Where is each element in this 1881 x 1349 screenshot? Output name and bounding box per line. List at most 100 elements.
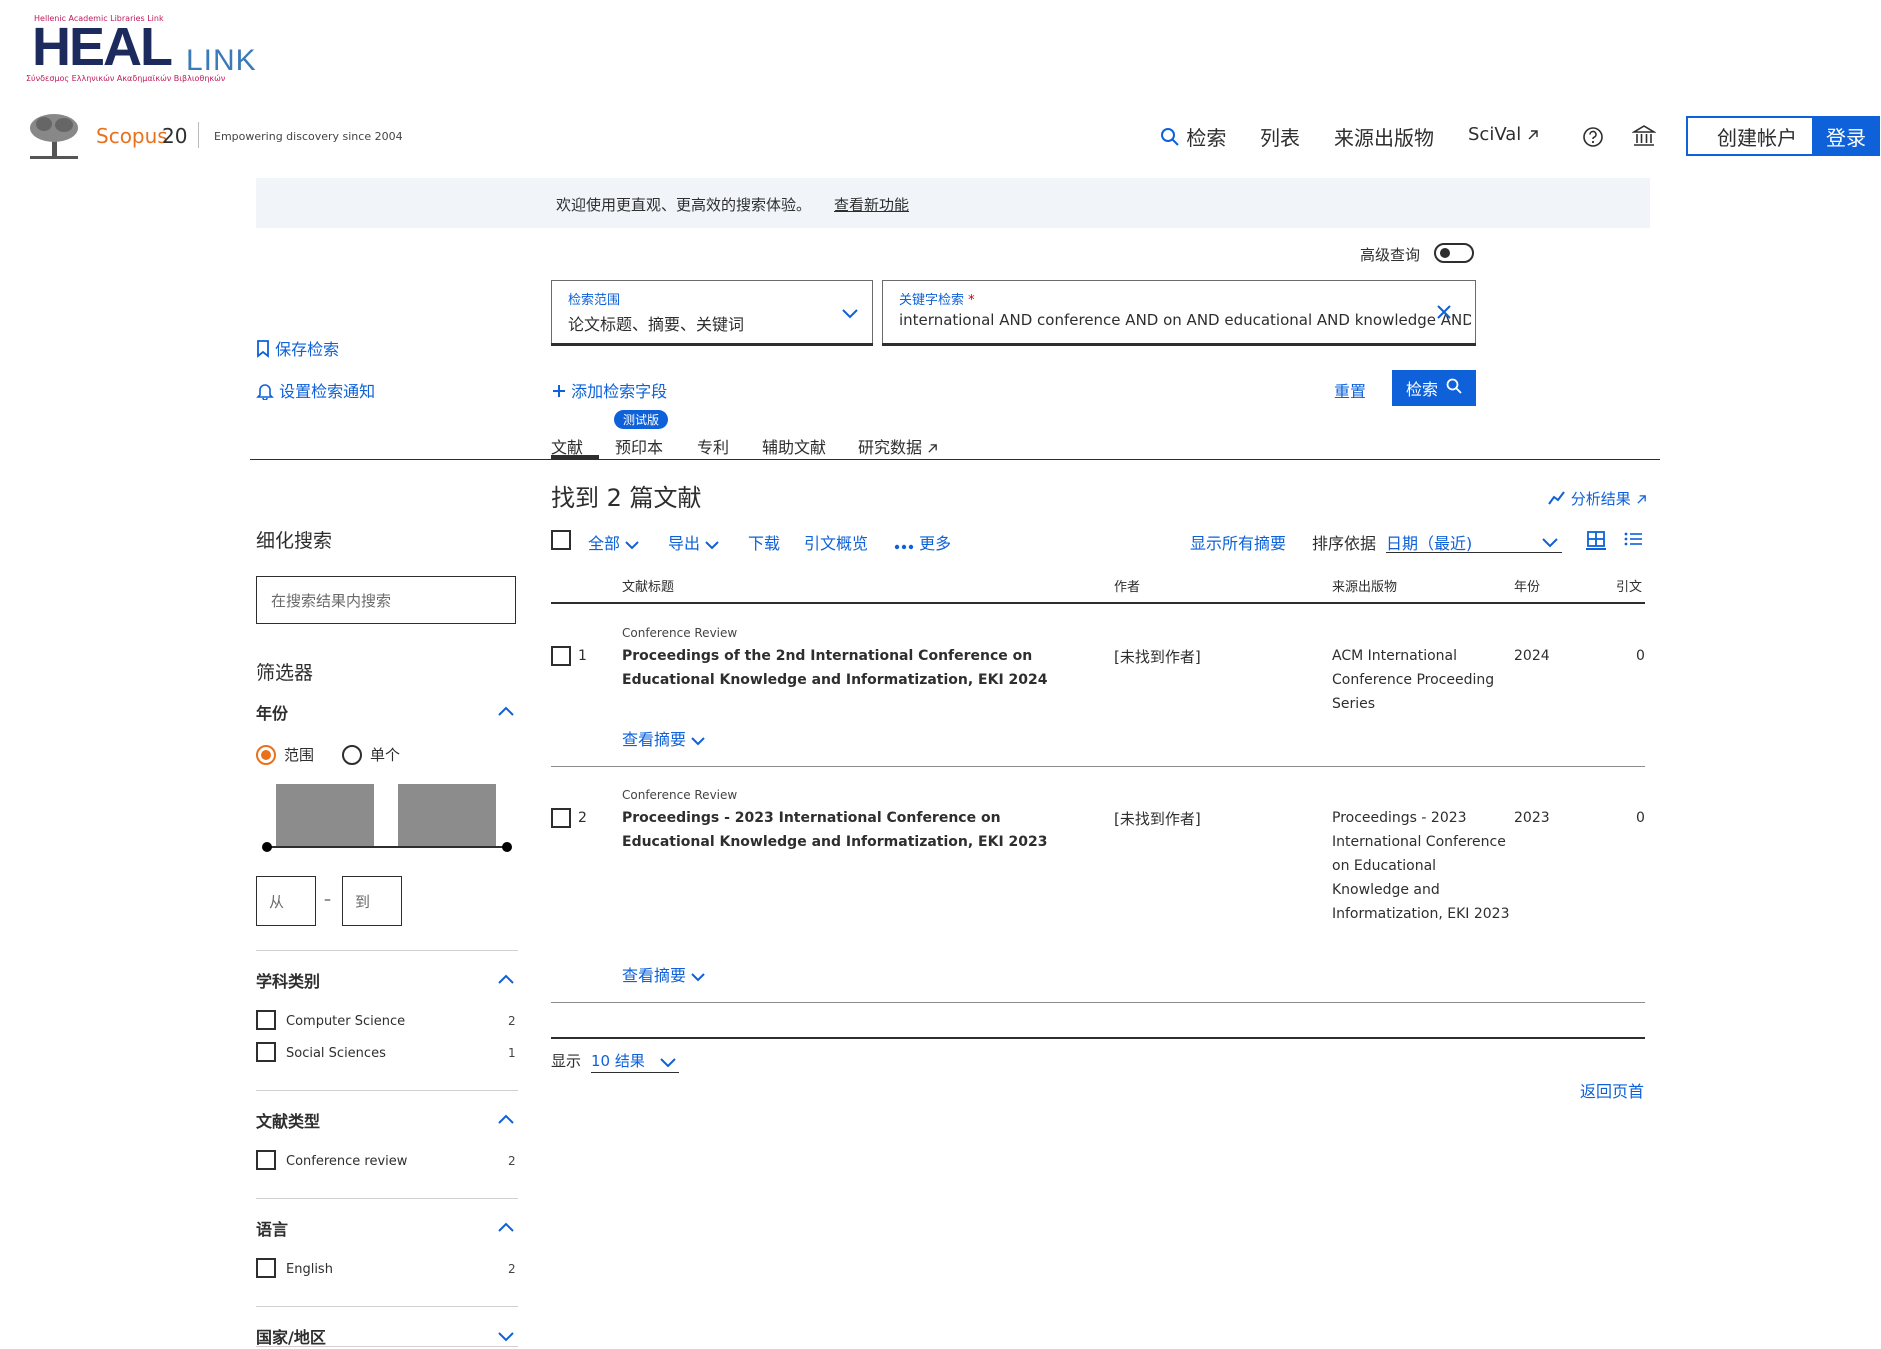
download-button[interactable]: 下载	[748, 530, 780, 554]
facet-doctype-title[interactable]: 文献类型	[256, 1108, 320, 1132]
more-dots-icon	[894, 535, 914, 554]
search-icon	[1446, 378, 1462, 398]
document-type: Conference Review	[622, 626, 738, 640]
advanced-query-toggle[interactable]	[1434, 243, 1474, 263]
column-title[interactable]: 文献标题	[622, 576, 674, 595]
chevron-down-icon[interactable]	[498, 1330, 514, 1346]
doctype-conference-review-checkbox[interactable]	[256, 1150, 276, 1170]
language-english-count: 2	[508, 1262, 516, 1276]
export-label: 导出	[668, 534, 701, 553]
view-abstract-label: 查看摘要	[622, 966, 687, 985]
chevron-up-icon[interactable]	[498, 1220, 514, 1236]
institution-icon[interactable]	[1631, 124, 1657, 152]
chevron-up-icon[interactable]	[498, 704, 514, 720]
tab-preprints[interactable]: 预印本	[615, 434, 663, 458]
add-search-field-button[interactable]: 添加检索字段	[552, 378, 667, 402]
column-source[interactable]: 来源出版物	[1332, 576, 1397, 595]
year-range-radio[interactable]	[256, 745, 276, 765]
select-all-dropdown[interactable]: 全部	[588, 530, 639, 554]
export-dropdown[interactable]: 导出	[668, 530, 719, 554]
more-actions-button[interactable]: 更多	[894, 530, 951, 554]
back-to-top-link[interactable]: 返回页首	[1580, 1078, 1644, 1102]
facet-year-title[interactable]: 年份	[256, 700, 288, 724]
year-range-label: 范围	[284, 746, 315, 764]
set-alert-label: 设置检索通知	[279, 382, 376, 401]
tab-secondary-documents[interactable]: 辅助文献	[762, 434, 826, 458]
chevron-down-icon	[625, 535, 639, 554]
document-year: 2024	[1514, 648, 1550, 664]
citation-overview-button[interactable]: 引文概览	[804, 530, 868, 554]
keyword-input[interactable]: international AND conference AND on AND …	[899, 311, 1471, 329]
subject-computer-science-label: Computer Science	[286, 1014, 406, 1029]
heal-wordmark: HEAL	[32, 17, 173, 77]
chevron-down-icon	[691, 967, 705, 986]
year-from-input[interactable]: 从	[256, 876, 316, 926]
list-view-icon[interactable]	[1624, 531, 1642, 551]
tab-research-data[interactable]: 研究数据	[858, 434, 938, 458]
chevron-down-icon[interactable]	[660, 1056, 676, 1072]
tab-patents[interactable]: 专利	[697, 434, 729, 458]
banner-link[interactable]: 查看新功能	[834, 194, 909, 215]
facet-subject-title[interactable]: 学科类别	[256, 968, 320, 992]
facet-separator	[256, 1306, 518, 1307]
document-cited-count[interactable]: 0	[1636, 648, 1645, 664]
subject-computer-science-checkbox[interactable]	[256, 1010, 276, 1030]
plus-icon	[552, 383, 566, 402]
year-single-label: 单个	[370, 746, 401, 764]
refine-search-input[interactable]: 在搜索结果内搜索	[256, 576, 516, 624]
language-english-checkbox[interactable]	[256, 1258, 276, 1278]
year-range-dash: –	[324, 892, 331, 908]
show-all-abstracts-button[interactable]: 显示所有摘要	[1190, 530, 1286, 554]
facet-language-title[interactable]: 语言	[256, 1216, 288, 1240]
chevron-up-icon[interactable]	[498, 972, 514, 988]
header-divider	[198, 122, 199, 148]
help-icon[interactable]	[1582, 126, 1604, 152]
subject-social-sciences-checkbox[interactable]	[256, 1042, 276, 1062]
set-alert-link[interactable]: 设置检索通知	[256, 378, 375, 404]
scopus-brand[interactable]: Scopus	[96, 124, 168, 148]
row-1-checkbox[interactable]	[551, 646, 571, 666]
year-single-radio[interactable]	[342, 745, 362, 765]
results-per-page-select[interactable]: 10 结果	[591, 1050, 645, 1071]
refine-search-title: 细化搜索	[256, 530, 333, 552]
nav-search[interactable]: 检索	[1160, 122, 1226, 152]
chevron-down-icon[interactable]	[1542, 536, 1558, 552]
grid-view-icon[interactable]	[1586, 530, 1606, 554]
row-2-checkbox[interactable]	[551, 808, 571, 828]
facet-country-title[interactable]: 国家/地区	[256, 1324, 326, 1348]
login-button[interactable]: 登录	[1812, 116, 1880, 156]
document-source-link[interactable]: ACM International Conference Proceeding …	[1332, 644, 1510, 716]
document-source-link[interactable]: Proceedings - 2023 International Confere…	[1332, 806, 1510, 926]
row-divider	[551, 1002, 1645, 1003]
keyword-search-field[interactable]: 关键字检索 * international AND conference AND…	[882, 280, 1476, 346]
scopus-anniversary-number: 20	[162, 124, 188, 148]
beta-badge: 测试版	[614, 410, 669, 429]
nav-lists[interactable]: 列表	[1260, 122, 1300, 151]
search-scope-select[interactable]: 检索范围 论文标题、摘要、关键词	[551, 280, 873, 346]
column-year[interactable]: 年份	[1514, 576, 1540, 595]
nav-scival[interactable]: SciVal	[1468, 124, 1539, 146]
save-search-link[interactable]: 保存检索	[256, 336, 339, 362]
document-title-link[interactable]: Proceedings - 2023 International Confere…	[622, 806, 1082, 854]
elsevier-tree-logo[interactable]	[26, 112, 82, 162]
clear-icon[interactable]	[1437, 305, 1451, 323]
chevron-up-icon[interactable]	[498, 1112, 514, 1128]
document-title-link[interactable]: Proceedings of the 2nd International Con…	[622, 644, 1082, 692]
year-to-input[interactable]: 到	[342, 876, 402, 926]
heal-link-logo[interactable]: Hellenic Academic Libraries Link HEAL LI…	[26, 14, 256, 83]
analyze-results-link[interactable]: 分析结果	[1548, 488, 1647, 510]
column-cited[interactable]: 引文	[1616, 576, 1642, 595]
keyword-label: 关键字检索 *	[899, 289, 975, 308]
year-slider-max-handle[interactable]	[502, 842, 512, 852]
reset-button[interactable]: 重置	[1334, 378, 1366, 402]
view-abstract-toggle[interactable]: 查看摘要	[622, 726, 705, 750]
sort-select[interactable]: 日期（最近)	[1386, 530, 1472, 554]
select-all-checkbox[interactable]	[551, 530, 571, 550]
nav-sources[interactable]: 来源出版物	[1334, 122, 1434, 151]
search-button[interactable]: 检索	[1392, 370, 1476, 406]
view-abstract-toggle[interactable]: 查看摘要	[622, 962, 705, 986]
year-slider-min-handle[interactable]	[262, 842, 272, 852]
create-account-button[interactable]: 创建帐户	[1686, 116, 1828, 156]
column-authors[interactable]: 作者	[1114, 576, 1140, 595]
document-cited-count[interactable]: 0	[1636, 810, 1645, 826]
